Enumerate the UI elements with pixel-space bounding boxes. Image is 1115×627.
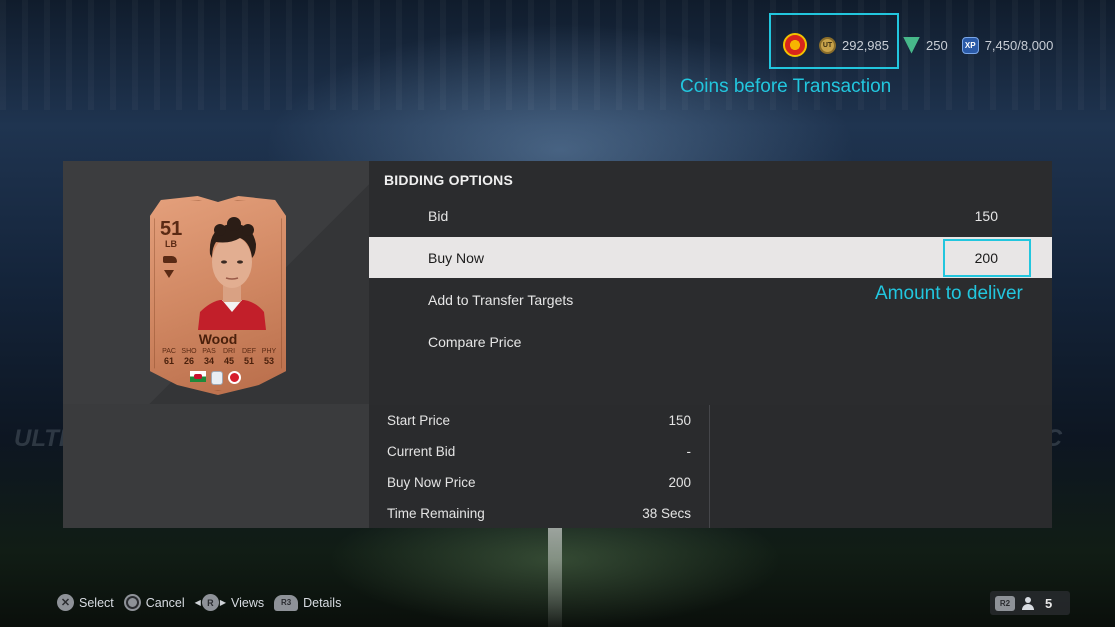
card-stat: DRI 45 xyxy=(220,348,238,366)
r2-button-icon: R2 xyxy=(995,595,1015,611)
amount-highlight-box xyxy=(943,239,1031,277)
boot-icon xyxy=(163,256,177,263)
menu-item-label: Compare Price xyxy=(428,333,522,350)
nation-flag-icon xyxy=(190,371,206,382)
card-stat: PAS 34 xyxy=(200,348,218,366)
card-stat-value: 34 xyxy=(203,356,214,366)
card-stat-value: 26 xyxy=(183,356,194,366)
card-stat-key: PHY xyxy=(261,348,277,355)
menu-item-bid[interactable]: Bid 150 xyxy=(369,195,1052,236)
menu-item-label: Bid xyxy=(428,207,449,224)
card-rating: 51 xyxy=(160,218,183,240)
points-balance: 250 xyxy=(926,37,948,53)
bidding-options-title: BIDDING OPTIONS xyxy=(384,172,514,188)
stat-row-time-remaining: Time Remaining 38 Secs xyxy=(369,498,709,529)
friends-count: 5 xyxy=(1045,595,1053,611)
card-stat-key: SHO xyxy=(181,348,197,355)
stat-value: 150 xyxy=(668,413,691,428)
friends-button[interactable]: R2 5 xyxy=(990,591,1070,615)
controller-hints: ✕ Select Cancel ◀ R ▶ Views R3 Details xyxy=(57,594,341,611)
stat-row-buy-now-price: Buy Now Price 200 xyxy=(369,467,709,498)
xp-icon: XP xyxy=(961,36,979,54)
card-stat: DEF 51 xyxy=(240,348,258,366)
stat-value: - xyxy=(686,444,692,459)
card-stat-value: 45 xyxy=(223,356,234,366)
stat-value: 38 Secs xyxy=(642,506,691,521)
select-label: Select xyxy=(79,595,114,610)
stat-label: Start Price xyxy=(387,413,451,428)
card-stats: PAC 61 SHO 26 PAS 34 DRI 45 DEF 51 PHY 5… xyxy=(160,348,278,366)
card-stat-value: 53 xyxy=(263,356,274,366)
player-photo xyxy=(198,217,266,330)
card-badges xyxy=(190,371,241,385)
select-hint[interactable]: ✕ Select xyxy=(57,594,114,611)
views-hint[interactable]: ◀ R ▶ Views xyxy=(195,594,264,611)
cross-button-icon: ✕ xyxy=(57,594,74,611)
pitch-line xyxy=(548,528,562,627)
card-stat: PAC 61 xyxy=(160,348,178,366)
stat-label: Current Bid xyxy=(387,444,456,459)
stat-row-start-price: Start Price 150 xyxy=(369,405,709,436)
menu-item-label: Buy Now xyxy=(428,249,485,266)
right-stick-icon: ◀ R ▶ xyxy=(195,594,226,611)
menu-item-compare-price[interactable]: Compare Price xyxy=(369,321,1052,362)
panel-divider xyxy=(709,405,710,528)
menu-item-value: 150 xyxy=(974,207,998,224)
stat-value: 200 xyxy=(668,475,691,490)
details-label: Details xyxy=(303,595,342,610)
details-hint[interactable]: R3 Details xyxy=(274,594,342,611)
card-stat: PHY 53 xyxy=(260,348,278,366)
fc-points-icon xyxy=(903,36,920,54)
circle-button-icon xyxy=(123,594,141,611)
friends-icon xyxy=(1022,596,1038,610)
league-icon xyxy=(211,371,223,385)
card-stat-key: PAC xyxy=(162,348,176,355)
card-stat-value: 61 xyxy=(163,356,174,366)
cancel-label: Cancel xyxy=(145,595,185,610)
coins-highlight-box xyxy=(769,13,899,69)
card-stat-value: 51 xyxy=(243,356,254,366)
card-stat-key: DEF xyxy=(242,348,256,355)
r3-button-icon: R3 xyxy=(274,594,299,611)
card-position: LB xyxy=(165,239,177,249)
coins-annotation-label: Coins before Transaction xyxy=(680,76,892,97)
xp-progress: 7,450/8,000 xyxy=(984,37,1054,53)
views-label: Views xyxy=(230,595,265,610)
menu-item-label: Add to Transfer Targets xyxy=(428,291,574,308)
card-stat-key: DRI xyxy=(222,348,236,355)
card-stat: SHO 26 xyxy=(180,348,198,366)
amount-annotation-label: Amount to deliver xyxy=(875,283,1023,304)
card-stat-key: PAS xyxy=(202,348,216,355)
cancel-hint[interactable]: Cancel xyxy=(123,594,185,611)
stat-label: Time Remaining xyxy=(387,506,485,521)
stat-row-current-bid: Current Bid - xyxy=(369,436,709,467)
card-player-name: Wood xyxy=(198,331,238,347)
stat-label: Buy Now Price xyxy=(387,475,476,490)
club-badge-icon xyxy=(228,371,241,384)
